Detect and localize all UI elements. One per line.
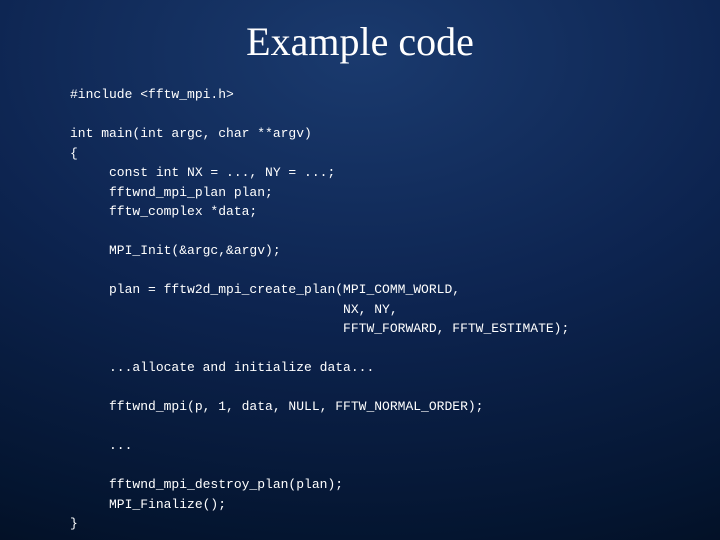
slide: Example code #include <fftw_mpi.h> int m…: [0, 0, 720, 540]
code-block: #include <fftw_mpi.h> int main(int argc,…: [70, 85, 680, 534]
slide-title: Example code: [40, 18, 680, 65]
